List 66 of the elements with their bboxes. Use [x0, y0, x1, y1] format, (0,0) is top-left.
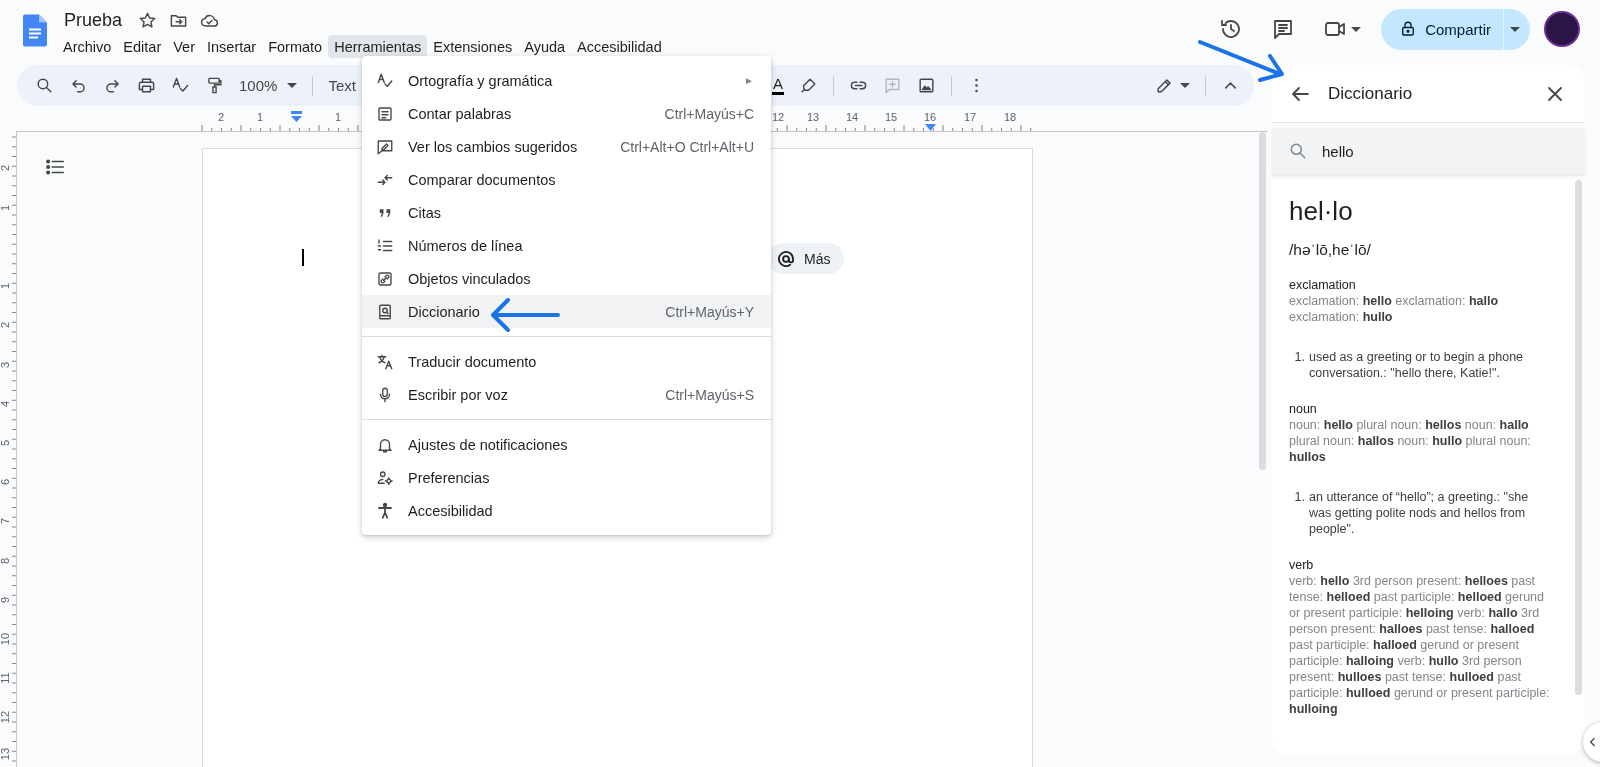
ruler-number: 2 — [217, 111, 225, 123]
part-of-speech: noun — [1289, 401, 1318, 417]
ruler-number: 2 — [0, 164, 11, 172]
ruler-number: 5 — [0, 439, 11, 447]
ruler-number: 7 — [0, 517, 11, 525]
definition-text: an utterance of “hello”; a greeting.: "she was getting polite nods and hellos from people". — [1309, 489, 1530, 537]
menu-item[interactable]: Formato — [262, 35, 329, 58]
ruler-number: 4 — [0, 400, 11, 408]
ruler-number: 13 — [806, 111, 820, 123]
ruler-number: 10 — [0, 632, 11, 646]
ruler-number: 15 — [884, 111, 898, 123]
ruler-number: 12 — [0, 710, 11, 724]
ruler-number: 13 — [0, 747, 11, 761]
part-of-speech: exclamation — [1289, 277, 1357, 293]
menu-option[interactable]: Accesibilidad — [362, 494, 771, 527]
menu-option[interactable]: Escribir por voz Ctrl+Mayús+S — [362, 378, 771, 411]
ruler-number: 1 — [334, 111, 342, 123]
ruler-number: 11 — [0, 672, 11, 684]
ruler-number: 17 — [963, 111, 977, 123]
style-select[interactable]: Text — [328, 77, 356, 94]
menu-item[interactable]: Insertar — [201, 35, 263, 58]
headword: hel·lo — [1289, 196, 1354, 227]
menu-option[interactable]: Traducir documento — [362, 345, 771, 378]
word-forms: noun: hello plural noun: hellos noun: hallo plural noun: hallos noun: hullo plural noun: hullos — [1289, 417, 1532, 465]
menu-option[interactable]: Ajustes de notificaciones — [362, 428, 771, 461]
ruler-number: 9 — [0, 596, 11, 604]
menu-option[interactable]: Preferencias — [362, 461, 771, 494]
menu-option[interactable]: Contar palabras Ctrl+Mayús+C — [362, 97, 771, 130]
ruler-number: 1 — [0, 282, 11, 290]
ruler-number: 2 — [0, 321, 11, 329]
ruler-number: 18 — [1003, 111, 1017, 123]
menu-item[interactable]: Editar — [117, 35, 168, 58]
document-title[interactable]: Prueba — [57, 9, 123, 31]
menu-item[interactable]: Ver — [167, 35, 201, 58]
search-field[interactable]: hello — [1272, 128, 1585, 174]
menu-item[interactable]: Ayuda — [518, 35, 572, 58]
ruler-number: 3 — [0, 361, 11, 369]
mention-chip[interactable]: Más — [768, 243, 845, 274]
ruler-number: 8 — [0, 557, 11, 565]
ruler-number: 12 — [771, 111, 785, 123]
pronunciation: /həˈlō,heˈlō/ — [1289, 241, 1372, 259]
word-forms: exclamation: hello exclamation: hallo exclamation: hullo — [1289, 293, 1500, 325]
menu-option[interactable]: Ver los cambios sugeridos Ctrl+Alt+O Ctrl+Alt+U — [362, 130, 771, 163]
part-of-speech: verb — [1289, 557, 1315, 573]
menu-option[interactable]: Diccionario Ctrl+Mayús+Y — [362, 295, 771, 328]
ruler-number: 14 — [845, 111, 859, 123]
ruler-number: 1 — [0, 204, 11, 212]
definition-number: 1. — [1293, 489, 1305, 506]
menu-item[interactable]: Extensiones — [427, 35, 519, 58]
definition-number: 1. — [1293, 349, 1305, 366]
zoom-select[interactable]: 100% — [239, 77, 298, 94]
menu-item[interactable]: Archivo — [57, 35, 118, 58]
word-forms: verb: hello 3rd person present: helloes past tense: helloed past participle: helloed gerund or present participle: helloing verb: hallo 3rd person present: halloes past tense: halloed past participle: halloed gerund or present participle: halloing verb: hullo 3rd person present: hulloes past tense: hulloed past participle: hulloed gerund or present participle: hulloing — [1289, 573, 1551, 717]
menu-item[interactable]: Herramientas — [328, 35, 428, 58]
share-button[interactable]: Compartir — [1381, 8, 1503, 50]
menu-option[interactable]: Ortografía y gramática ► — [362, 64, 771, 97]
menu-option[interactable]: Comparar documentos — [362, 163, 771, 196]
menu-item[interactable]: Accesibilidad — [571, 35, 668, 58]
menu-option[interactable]: Citas — [362, 196, 771, 229]
ruler-number: 16 — [923, 111, 937, 123]
ruler-number: 6 — [0, 478, 11, 486]
menu-option[interactable]: Objetos vinculados — [362, 262, 771, 295]
panel-title: Diccionario — [1328, 83, 1413, 104]
definition-text: used as a greeting or to begin a phone conversation.: "hello there, Katie!". — [1309, 349, 1525, 381]
menu-option[interactable]: Números de línea — [362, 229, 771, 262]
ruler-number: 1 — [256, 111, 264, 123]
